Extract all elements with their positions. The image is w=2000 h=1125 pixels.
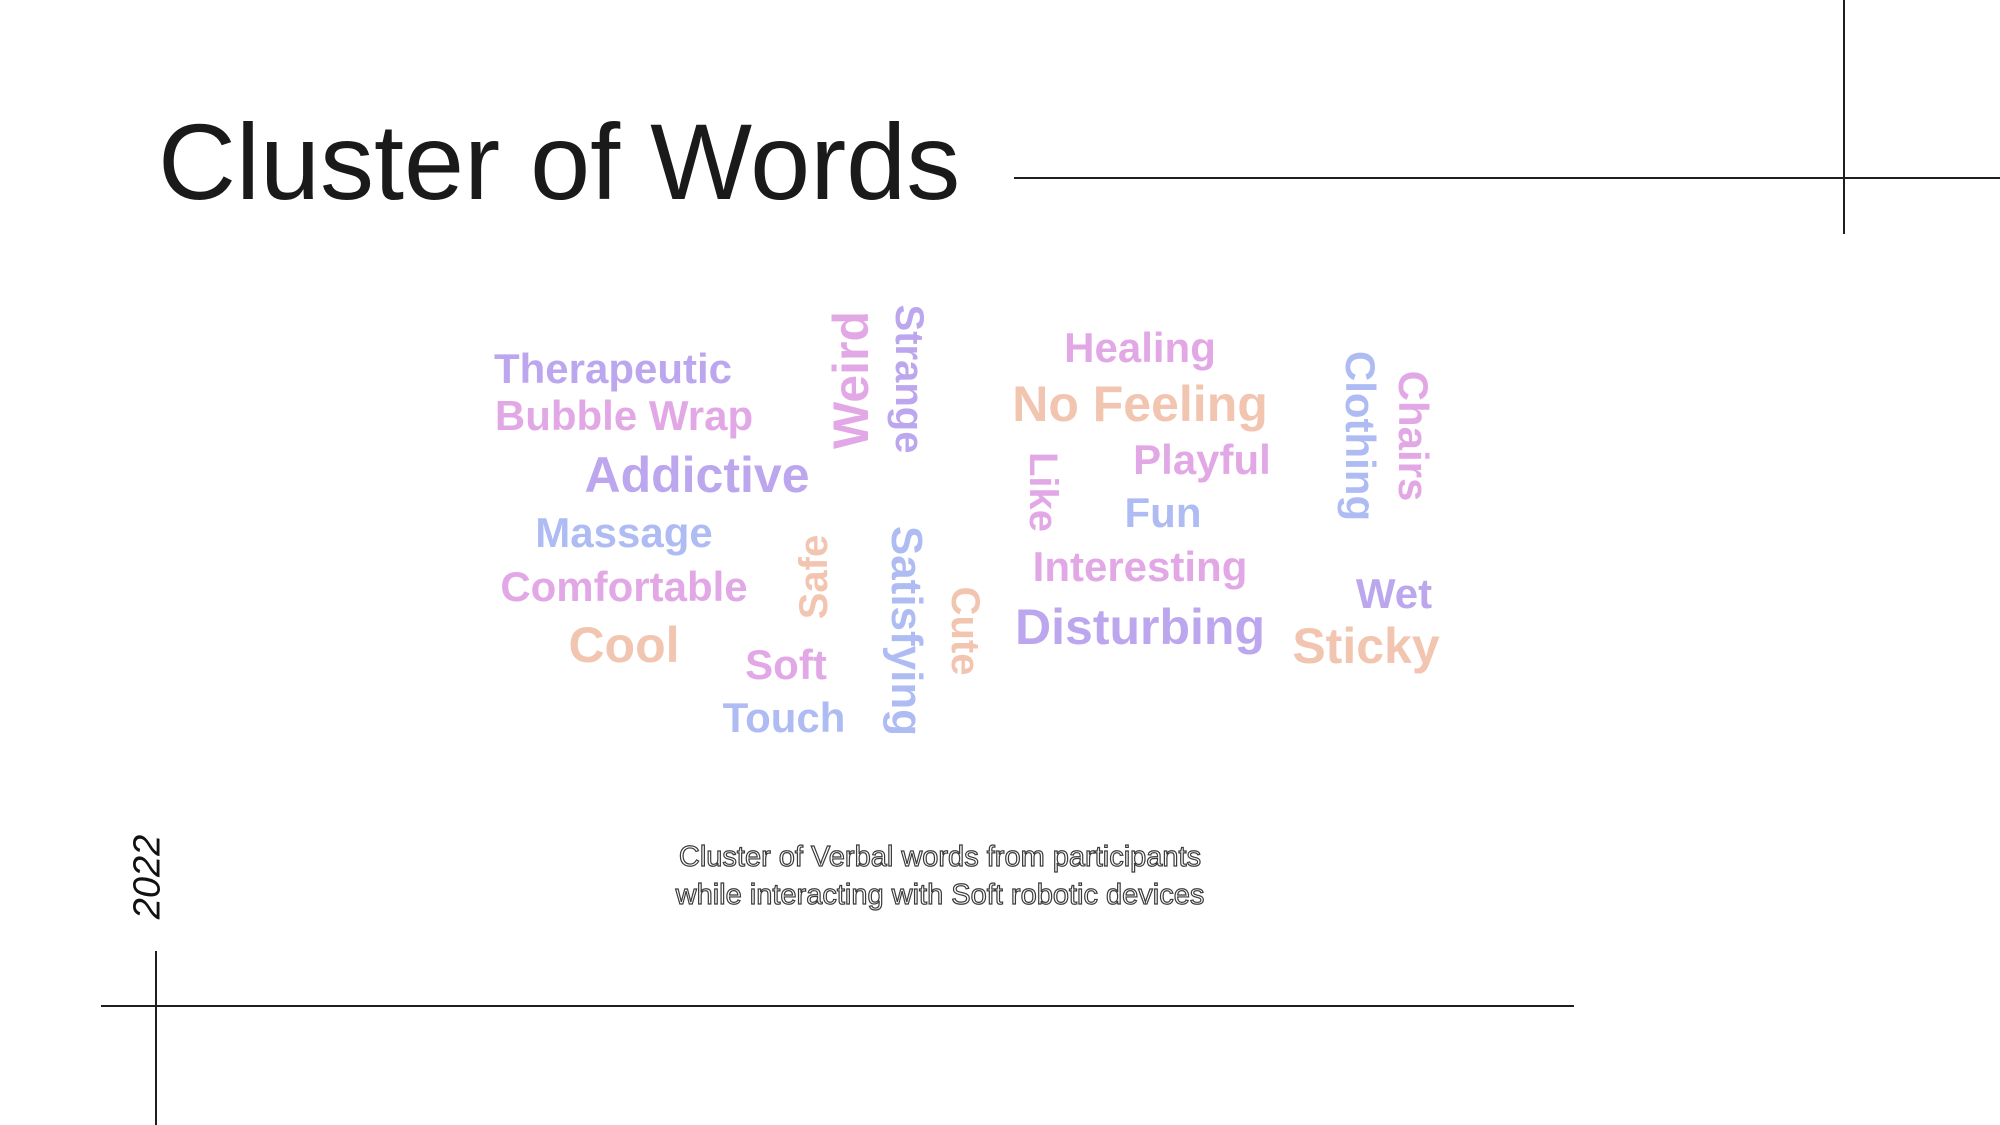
bottom-left-vertical-line [155, 951, 157, 1125]
word-touch: Touch [722, 694, 846, 741]
title-rule-line [1014, 177, 2000, 179]
word-therapeutic: Therapeutic [493, 345, 733, 392]
word-cute: Cute [943, 586, 987, 676]
word-massage: Massage [535, 509, 713, 556]
word-cool: Cool [568, 617, 680, 673]
word-disturbing: Disturbing [1015, 599, 1265, 655]
word-soft: Soft [745, 641, 827, 688]
word-fun: Fun [1124, 489, 1202, 536]
word-healing: Healing [1064, 324, 1216, 371]
word-playful: Playful [1133, 436, 1271, 483]
top-right-vertical-line [1843, 0, 1845, 234]
word-like: Like [1021, 451, 1065, 533]
word-clothing: Clothing [1337, 350, 1384, 522]
word-satisfying: Satisfying [882, 525, 931, 737]
word-strange: Strange [887, 304, 931, 454]
word-comfortable: Comfortable [500, 563, 748, 610]
word-no-feeling: No Feeling [1012, 376, 1268, 432]
slide-title: Cluster of Words [158, 101, 961, 222]
year-label: 2022 [126, 834, 169, 920]
word-weird: Weird [823, 311, 879, 449]
word-interesting: Interesting [1032, 543, 1248, 590]
caption-line-1: Cluster of Verbal words from participant… [678, 840, 1202, 873]
caption: Cluster of Verbal words from participant… [540, 838, 1340, 914]
word-chairs: Chairs [1390, 370, 1437, 502]
word-sticky: Sticky [1292, 618, 1440, 674]
word-wet: Wet [1355, 570, 1433, 617]
bottom-rule-line [101, 1005, 1574, 1007]
caption-line-2: while interacting with Soft robotic devi… [675, 878, 1205, 911]
word-safe: Safe [792, 534, 836, 620]
word-addictive: Addictive [584, 447, 810, 503]
word-bubble-wrap: Bubble Wrap [494, 392, 754, 439]
